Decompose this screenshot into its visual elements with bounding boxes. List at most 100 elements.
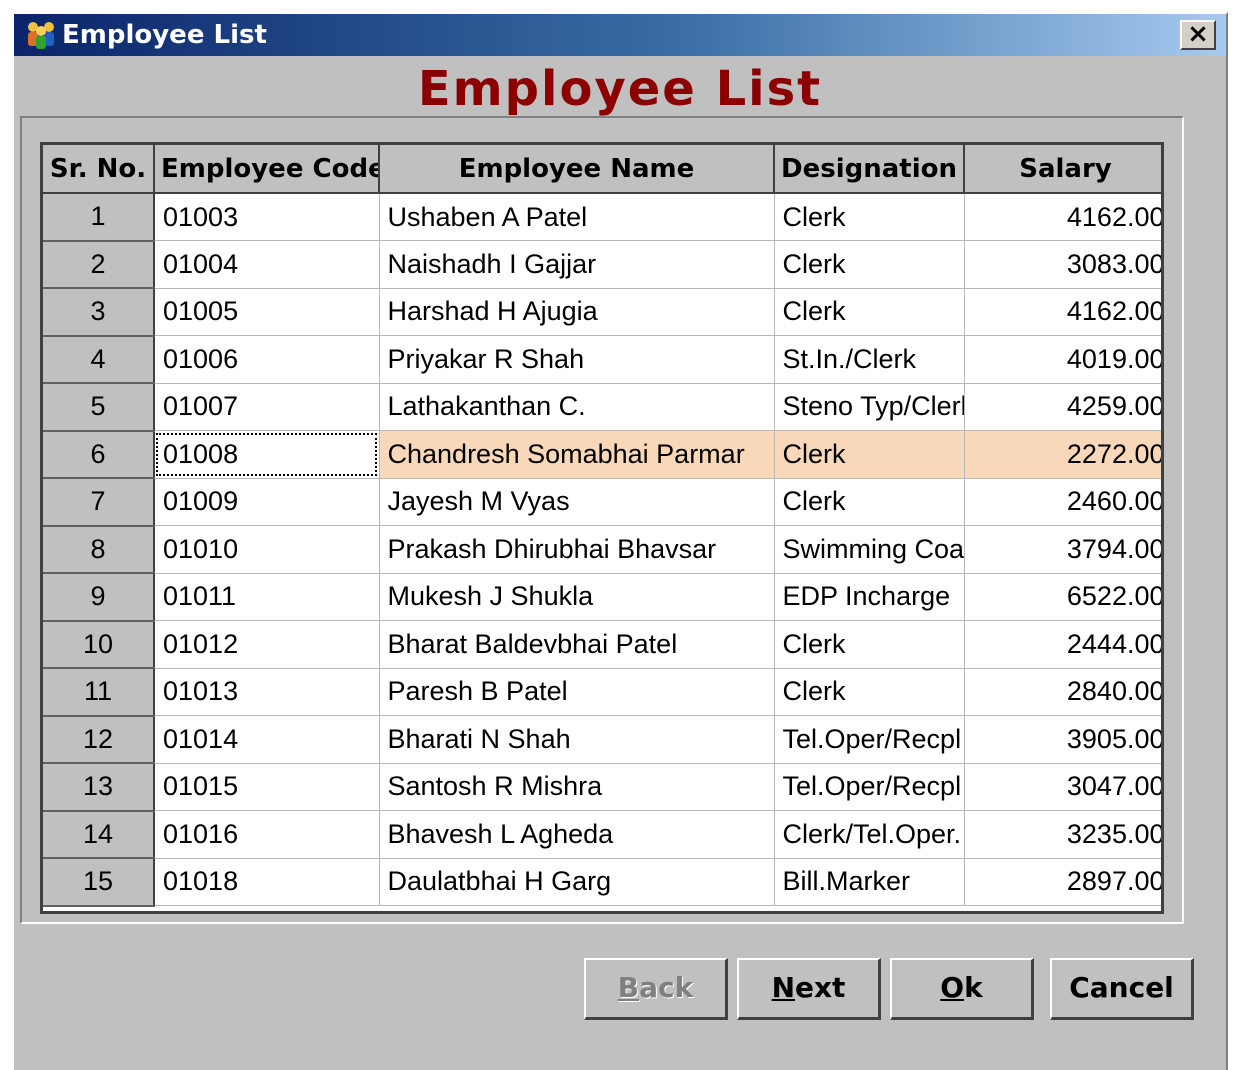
row-number-cell[interactable]: 8 <box>43 525 155 574</box>
column-header-employee-code[interactable]: Employee Code <box>154 145 380 194</box>
designation-cell[interactable]: Swimming Coac <box>774 525 965 574</box>
employee-name-cell[interactable]: Chandresh Somabhai Parmar <box>379 430 775 479</box>
back-button[interactable]: Back <box>584 958 728 1020</box>
table-row[interactable]: 8 01010 Prakash Dhirubhai Bhavsar Swimming … <box>43 525 1161 574</box>
designation-cell[interactable]: Steno Typ/Clerl <box>774 383 965 431</box>
column-header-employee-name[interactable]: Employee Name <box>379 145 775 194</box>
row-number-cell[interactable]: 5 <box>43 383 155 432</box>
table-row[interactable]: 13 01015 Santosh R Mishra Tel.Oper/Recpl 304… <box>43 763 1161 812</box>
employee-name-cell[interactable]: Priyakar R Shah <box>379 335 775 384</box>
employee-name-cell[interactable]: Ushaben A Patel <box>379 193 775 241</box>
salary-cell[interactable]: 3083.00 <box>964 240 1161 289</box>
employee-name-cell[interactable]: Lathakanthan C. <box>379 383 775 431</box>
salary-cell[interactable]: 2460.00 <box>964 478 1161 526</box>
row-number-cell[interactable]: 6 <box>43 430 155 479</box>
salary-cell[interactable]: 2897.00 <box>964 858 1161 906</box>
salary-cell[interactable]: 2272.00 <box>964 430 1161 479</box>
table-row[interactable]: 5 01007 Lathakanthan C. Steno Typ/Clerl 4259… <box>43 383 1161 432</box>
designation-cell[interactable]: Clerk <box>774 240 965 289</box>
row-number-cell[interactable]: 7 <box>43 478 155 527</box>
row-number-cell[interactable]: 12 <box>43 715 155 764</box>
row-number-cell[interactable]: 10 <box>43 620 155 669</box>
designation-cell[interactable]: St.In./Clerk <box>774 335 965 384</box>
salary-cell[interactable]: 6522.00 <box>964 573 1161 621</box>
salary-cell[interactable]: 2840.00 <box>964 668 1161 716</box>
designation-cell[interactable]: Tel.Oper/Recpl <box>774 715 965 764</box>
table-row[interactable]: 2 01004 Naishadh I Gajjar Clerk 3083.00 <box>43 240 1161 289</box>
column-header-sr-no[interactable]: Sr. No. <box>43 145 155 194</box>
employee-code-cell[interactable]: 01008 <box>154 430 380 479</box>
row-number-cell[interactable]: 9 <box>43 573 155 622</box>
row-number-cell[interactable]: 13 <box>43 763 155 812</box>
cancel-button[interactable]: Cancel <box>1050 958 1194 1020</box>
employee-name-cell[interactable]: Jayesh M Vyas <box>379 478 775 526</box>
close-button[interactable]: × <box>1180 20 1216 50</box>
employee-code-cell[interactable]: 01018 <box>154 858 380 906</box>
table-row[interactable]: 6 01008 Chandresh Somabhai Parmar Clerk 2272… <box>43 430 1161 479</box>
employee-name-cell[interactable]: Santosh R Mishra <box>379 763 775 811</box>
employee-name-cell[interactable]: Bharat Baldevbhai Patel <box>379 620 775 669</box>
salary-cell[interactable]: 4162.00 <box>964 288 1161 336</box>
employee-name-cell[interactable]: Mukesh J Shukla <box>379 573 775 621</box>
employee-code-cell[interactable]: 01005 <box>154 288 380 336</box>
salary-cell[interactable]: 4162.00 <box>964 193 1161 241</box>
salary-cell[interactable]: 3235.00 <box>964 810 1161 859</box>
designation-cell[interactable]: Clerk <box>774 288 965 336</box>
designation-cell[interactable]: Clerk <box>774 668 965 716</box>
designation-cell[interactable]: Clerk <box>774 193 965 241</box>
table-row[interactable]: 3 01005 Harshad H Ajugia Clerk 4162.00 <box>43 288 1161 337</box>
employee-grid[interactable]: Sr. No. Employee Code Employee Name Desi… <box>40 142 1164 914</box>
table-row[interactable]: 10 01012 Bharat Baldevbhai Patel Clerk 2444.… <box>43 620 1161 669</box>
table-row[interactable]: 7 01009 Jayesh M Vyas Clerk 2460.00 <box>43 478 1161 527</box>
column-header-salary[interactable]: Salary <box>964 145 1161 194</box>
salary-cell[interactable]: 4019.00 <box>964 335 1161 384</box>
salary-cell[interactable]: 3905.00 <box>964 715 1161 764</box>
employee-code-cell[interactable]: 01016 <box>154 810 380 859</box>
ok-button[interactable]: Ok <box>890 958 1034 1020</box>
table-row[interactable]: 9 01011 Mukesh J Shukla EDP Incharge 6522.00 <box>43 573 1161 622</box>
employee-code-cell[interactable]: 01012 <box>154 620 380 669</box>
employee-code-cell[interactable]: 01007 <box>154 383 380 431</box>
designation-cell[interactable]: EDP Incharge <box>774 573 965 621</box>
table-row[interactable]: 15 01018 Daulatbhai H Garg Bill.Marker 2897.… <box>43 858 1161 907</box>
table-row[interactable]: 12 01014 Bharati N Shah Tel.Oper/Recpl 3905.… <box>43 715 1161 764</box>
employee-code-cell[interactable]: 01015 <box>154 763 380 811</box>
row-number-cell[interactable]: 4 <box>43 335 155 384</box>
employee-name-cell[interactable]: Daulatbhai H Garg <box>379 858 775 906</box>
employee-name-cell[interactable]: Harshad H Ajugia <box>379 288 775 336</box>
designation-cell[interactable]: Clerk/Tel.Oper. <box>774 810 965 859</box>
designation-cell[interactable]: Clerk <box>774 620 965 669</box>
employee-name-cell[interactable]: Naishadh I Gajjar <box>379 240 775 289</box>
designation-cell[interactable]: Bill.Marker <box>774 858 965 906</box>
designation-cell[interactable]: Clerk <box>774 478 965 526</box>
table-row[interactable]: 1 01003 Ushaben A Patel Clerk 4162.00 <box>43 193 1161 242</box>
employee-name-cell[interactable]: Paresh B Patel <box>379 668 775 716</box>
employee-code-cell[interactable]: 01010 <box>154 525 380 574</box>
salary-cell[interactable]: 3794.00 <box>964 525 1161 574</box>
row-number-cell[interactable]: 11 <box>43 668 155 717</box>
salary-cell[interactable]: 3047.00 <box>964 763 1161 811</box>
employee-code-cell[interactable]: 01003 <box>154 193 380 241</box>
table-row[interactable]: 14 01016 Bhavesh L Agheda Clerk/Tel.Oper. 32… <box>43 810 1161 859</box>
salary-cell[interactable]: 2444.00 <box>964 620 1161 669</box>
designation-cell[interactable]: Tel.Oper/Recpl <box>774 763 965 811</box>
salary-cell[interactable]: 4259.00 <box>964 383 1161 431</box>
title-bar[interactable]: Employee List × <box>14 14 1226 56</box>
row-number-cell[interactable]: 2 <box>43 240 155 289</box>
employee-name-cell[interactable]: Prakash Dhirubhai Bhavsar <box>379 525 775 574</box>
employee-code-cell[interactable]: 01014 <box>154 715 380 764</box>
next-button[interactable]: Next <box>737 958 881 1020</box>
column-header-designation[interactable]: Designation <box>774 145 965 194</box>
row-number-cell[interactable]: 3 <box>43 288 155 337</box>
row-number-cell[interactable]: 15 <box>43 858 155 907</box>
designation-cell[interactable]: Clerk <box>774 430 965 479</box>
employee-code-cell[interactable]: 01004 <box>154 240 380 289</box>
employee-code-cell[interactable]: 01013 <box>154 668 380 716</box>
employee-code-cell[interactable]: 01006 <box>154 335 380 384</box>
employee-name-cell[interactable]: Bharati N Shah <box>379 715 775 764</box>
employee-code-cell[interactable]: 01009 <box>154 478 380 526</box>
table-row[interactable]: 11 01013 Paresh B Patel Clerk 2840.00 <box>43 668 1161 717</box>
table-row[interactable]: 4 01006 Priyakar R Shah St.In./Clerk 4019.00 <box>43 335 1161 384</box>
row-number-cell[interactable]: 1 <box>43 193 155 242</box>
employee-code-cell[interactable]: 01011 <box>154 573 380 621</box>
